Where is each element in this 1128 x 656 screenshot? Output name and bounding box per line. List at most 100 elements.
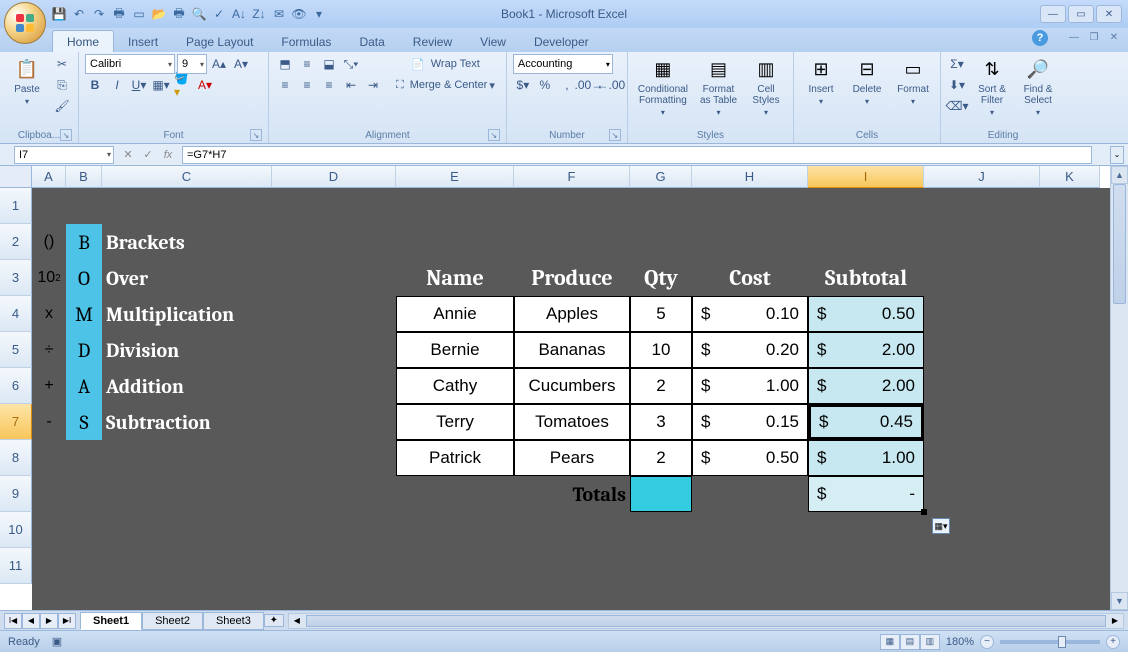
row-header-2[interactable]: 2 [0, 224, 32, 260]
cell-E5[interactable]: Bernie [396, 332, 514, 368]
cut-button[interactable]: ✂ [52, 54, 72, 74]
decrease-decimal-button[interactable]: ←.00 [601, 75, 621, 95]
cell-F9[interactable]: Totals [514, 476, 630, 512]
copy-button[interactable]: ⎘ [52, 75, 72, 95]
sheet-tab-sheet2[interactable]: Sheet2 [142, 612, 203, 630]
cell-I3[interactable]: Subtotal [808, 260, 924, 296]
tab-developer[interactable]: Developer [520, 31, 603, 52]
row-header-3[interactable]: 3 [0, 260, 32, 296]
cell-C5[interactable]: Division [102, 332, 272, 368]
cell-A4[interactable]: x [32, 296, 66, 332]
increase-font-button[interactable]: A▴ [209, 54, 229, 74]
row-header-10[interactable]: 10 [0, 512, 32, 548]
cell-B2[interactable]: B [66, 224, 102, 260]
tab-data[interactable]: Data [345, 31, 398, 52]
merge-center-button[interactable]: ⛶ Merge & Center ▾ [391, 75, 500, 95]
column-header-H[interactable]: H [692, 166, 808, 188]
row-header-9[interactable]: 9 [0, 476, 32, 512]
bold-button[interactable]: B [85, 75, 105, 95]
cell-styles-button[interactable]: ▥Cell Styles▾ [745, 54, 787, 119]
help-button[interactable]: ? [1032, 30, 1048, 46]
clipboard-dialog-launcher[interactable]: ↘ [60, 129, 72, 141]
row-header-6[interactable]: 6 [0, 368, 32, 404]
cell-I9[interactable]: $- [808, 476, 924, 512]
zoom-slider[interactable] [1000, 640, 1100, 644]
cell-E6[interactable]: Cathy [396, 368, 514, 404]
page-layout-view-button[interactable]: ▤ [900, 634, 920, 650]
column-header-B[interactable]: B [66, 166, 102, 188]
cell-B7[interactable]: S [66, 404, 102, 440]
insert-cells-button[interactable]: ⊞Insert▾ [800, 54, 842, 108]
cell-I6[interactable]: $2.00 [808, 368, 924, 404]
font-color-button[interactable]: A▾ [195, 75, 215, 95]
cell-F6[interactable]: Cucumbers [514, 368, 630, 404]
column-header-J[interactable]: J [924, 166, 1040, 188]
page-break-view-button[interactable]: ▥ [920, 634, 940, 650]
font-dialog-launcher[interactable]: ↘ [250, 129, 262, 141]
border-button[interactable]: ▦▾ [151, 75, 171, 95]
column-header-D[interactable]: D [272, 166, 396, 188]
tab-formulas[interactable]: Formulas [267, 31, 345, 52]
qat-more-icon[interactable]: ▾ [310, 5, 328, 23]
cell-B4[interactable]: M [66, 296, 102, 332]
align-left-button[interactable]: ≡ [275, 75, 295, 95]
format-as-table-button[interactable]: ▤Format as Table▾ [696, 54, 741, 119]
row-header-4[interactable]: 4 [0, 296, 32, 332]
cell-A5[interactable]: ÷ [32, 332, 66, 368]
expand-formula-bar-button[interactable]: ⌄ [1110, 146, 1124, 164]
fx-button[interactable]: fx [158, 146, 178, 164]
preview2-icon[interactable]: 👁 [290, 5, 308, 23]
cell-I4[interactable]: $0.50 [808, 296, 924, 332]
cell-G4[interactable]: 5 [630, 296, 692, 332]
number-format-combo[interactable]: Accounting▾ [513, 54, 613, 74]
minimize-button[interactable]: — [1040, 5, 1066, 23]
sheet-tab-sheet1[interactable]: Sheet1 [80, 612, 142, 630]
vscroll-thumb[interactable] [1113, 184, 1126, 304]
column-header-F[interactable]: F [514, 166, 630, 188]
number-dialog-launcher[interactable]: ↘ [609, 129, 621, 141]
scroll-up-button[interactable]: ▲ [1111, 166, 1128, 184]
sheet-last-button[interactable]: ▶I [58, 613, 76, 629]
find-select-button[interactable]: 🔎Find & Select▾ [1017, 54, 1059, 119]
preview-icon[interactable]: 🔍 [190, 5, 208, 23]
zoom-in-button[interactable]: + [1106, 635, 1120, 649]
new-sheet-button[interactable]: ✦ [264, 614, 284, 627]
cell-G9[interactable] [630, 476, 692, 512]
tab-review[interactable]: Review [399, 31, 466, 52]
font-size-combo[interactable]: 9▾ [177, 54, 207, 74]
cell-A3[interactable]: 102 [32, 260, 66, 296]
hscroll-thumb[interactable] [306, 615, 1106, 627]
row-header-5[interactable]: 5 [0, 332, 32, 368]
close-button[interactable]: ✕ [1096, 5, 1122, 23]
format-painter-button[interactable]: 🖌 [52, 96, 72, 116]
orientation-button[interactable]: ⤡▾ [341, 54, 361, 74]
cell-H5[interactable]: $0.20 [692, 332, 808, 368]
align-right-button[interactable]: ≡ [319, 75, 339, 95]
doc-minimize-button[interactable]: — [1066, 30, 1082, 44]
cell-H8[interactable]: $0.50 [692, 440, 808, 476]
align-center-button[interactable]: ≡ [297, 75, 317, 95]
cell-C4[interactable]: Multiplication [102, 296, 272, 332]
cell-I8[interactable]: $1.00 [808, 440, 924, 476]
cell-I7[interactable]: $0.45 [808, 404, 924, 440]
align-bottom-button[interactable]: ⬓ [319, 54, 339, 74]
row-header-1[interactable]: 1 [0, 188, 32, 224]
cell-H6[interactable]: $1.00 [692, 368, 808, 404]
email-icon[interactable]: ✉ [270, 5, 288, 23]
column-header-I[interactable]: I [808, 166, 924, 188]
cell-G5[interactable]: 10 [630, 332, 692, 368]
cell-C3[interactable]: Over [102, 260, 272, 296]
format-cells-button[interactable]: ▭Format▾ [892, 54, 934, 108]
decrease-indent-button[interactable]: ⇤ [341, 75, 361, 95]
cell-F4[interactable]: Apples [514, 296, 630, 332]
enter-formula-button[interactable]: ✓ [138, 146, 158, 164]
select-all-button[interactable] [0, 166, 32, 188]
tab-view[interactable]: View [466, 31, 520, 52]
row-header-11[interactable]: 11 [0, 548, 32, 584]
zoom-out-button[interactable]: − [980, 635, 994, 649]
tab-insert[interactable]: Insert [114, 31, 172, 52]
scroll-right-button[interactable]: ▶ [1107, 614, 1123, 628]
cell-E3[interactable]: Name [396, 260, 514, 296]
cell-A2[interactable]: () [32, 224, 66, 260]
zoom-level[interactable]: 180% [946, 636, 974, 648]
